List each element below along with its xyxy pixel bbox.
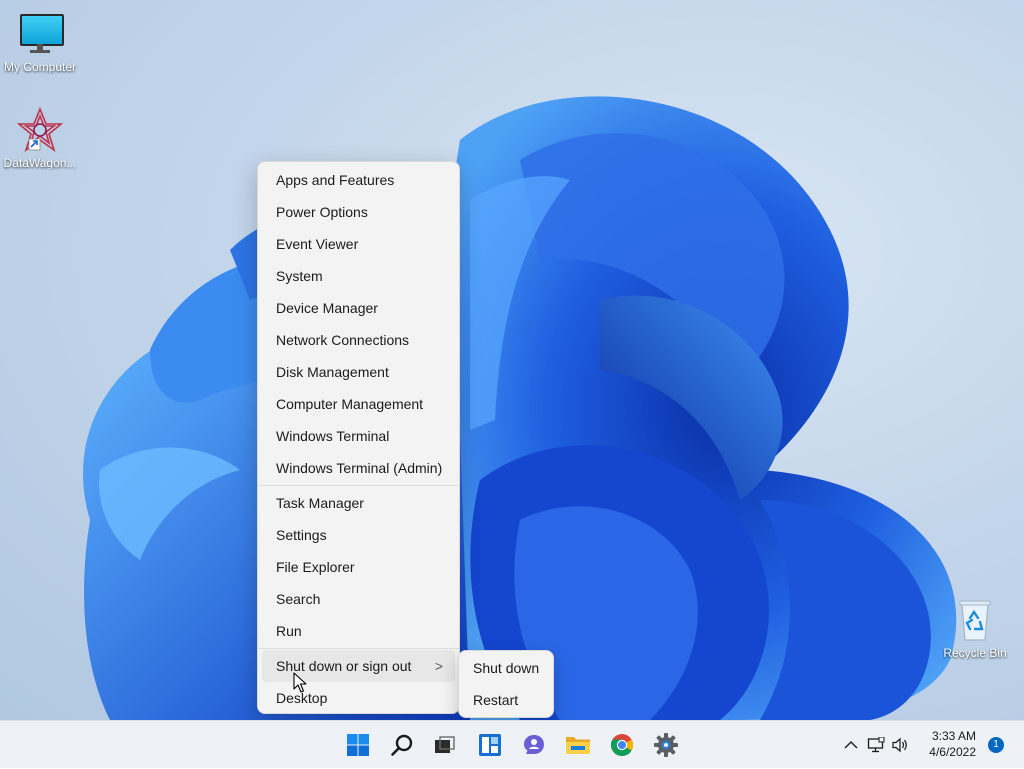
desktop-icon-label: My Computer [3, 60, 77, 74]
volume-icon [892, 737, 907, 753]
volume-button[interactable] [888, 731, 912, 759]
monitor-icon [16, 10, 64, 58]
desktop-icon-label: DataWagon... [3, 156, 77, 170]
settings-button[interactable] [646, 725, 686, 765]
taskbar: 3:33 AM 4/6/2022 1 [0, 720, 1024, 768]
notification-badge[interactable]: 1 [988, 737, 1004, 753]
settings-icon [654, 733, 678, 757]
menu-item-device-manager[interactable]: Device Manager [262, 292, 455, 324]
menu-item-system[interactable]: System [262, 260, 455, 292]
chrome-icon [610, 734, 634, 757]
mouse-cursor-icon [293, 672, 307, 693]
chevron-up-icon [844, 741, 858, 749]
chevron-right-icon: > [434, 658, 443, 674]
desktop-icon-label: Recycle Bin [943, 646, 1007, 660]
clock-date: 4/6/2022 [929, 745, 976, 759]
menu-item-network-connections[interactable]: Network Connections [262, 324, 455, 356]
menu-item-apps-and-features[interactable]: Apps and Features [262, 164, 455, 196]
menu-item-windows-terminal[interactable]: Windows Terminal [262, 420, 455, 452]
menu-item-desktop[interactable]: Desktop [262, 682, 455, 714]
desktop-icon-my-computer[interactable]: My Computer [0, 10, 80, 74]
menu-separator [258, 485, 459, 486]
menu-item-file-explorer[interactable]: File Explorer [262, 551, 455, 583]
system-tray [838, 721, 912, 769]
start-icon [347, 734, 369, 756]
file-explorer-button[interactable] [558, 725, 598, 765]
taskbar-search-button[interactable] [382, 725, 422, 765]
chat-icon [524, 735, 544, 754]
shut-down-submenu: Shut down Restart [458, 650, 554, 718]
task-view-icon [435, 736, 455, 753]
menu-item-windows-terminal-admin[interactable]: Windows Terminal (Admin) [262, 452, 455, 484]
widgets-icon [479, 734, 501, 756]
network-button[interactable] [864, 731, 888, 759]
show-hidden-icons-button[interactable] [838, 731, 864, 759]
submenu-item-restart[interactable]: Restart [462, 684, 550, 716]
menu-item-task-manager[interactable]: Task Manager [262, 487, 455, 519]
chrome-button[interactable] [602, 725, 642, 765]
widgets-button[interactable] [470, 725, 510, 765]
chat-button[interactable] [514, 725, 554, 765]
desktop-icon-recycle-bin[interactable]: Recycle Bin [935, 596, 1015, 660]
start-button[interactable] [338, 725, 378, 765]
menu-item-disk-management[interactable]: Disk Management [262, 356, 455, 388]
search-icon [391, 734, 413, 756]
wallpaper-bloom [83, 96, 957, 720]
menu-item-search[interactable]: Search [262, 583, 455, 615]
task-view-button[interactable] [424, 725, 464, 765]
menu-item-computer-management[interactable]: Computer Management [262, 388, 455, 420]
network-icon [867, 737, 885, 753]
file-explorer-icon [566, 737, 590, 754]
recycle-bin-icon [951, 596, 999, 644]
taskbar-clock[interactable]: 3:33 AM 4/6/2022 [929, 728, 976, 760]
menu-item-run[interactable]: Run [262, 615, 455, 647]
menu-item-event-viewer[interactable]: Event Viewer [262, 228, 455, 260]
desktop: My Computer DataWagon... Recycle Bin [0, 0, 1024, 720]
submenu-item-shut-down[interactable]: Shut down [462, 652, 550, 684]
datawagon-shortcut-icon [16, 106, 64, 154]
power-user-menu: Apps and Features Power Options Event Vi… [257, 161, 460, 714]
menu-item-power-options[interactable]: Power Options [262, 196, 455, 228]
clock-time: 3:33 AM [931, 729, 976, 743]
menu-separator [258, 648, 459, 649]
desktop-icon-datawagon[interactable]: DataWagon... [0, 106, 80, 170]
menu-item-settings[interactable]: Settings [262, 519, 455, 551]
menu-item-shut-down-or-sign-out[interactable]: Shut down or sign out > [262, 650, 455, 682]
